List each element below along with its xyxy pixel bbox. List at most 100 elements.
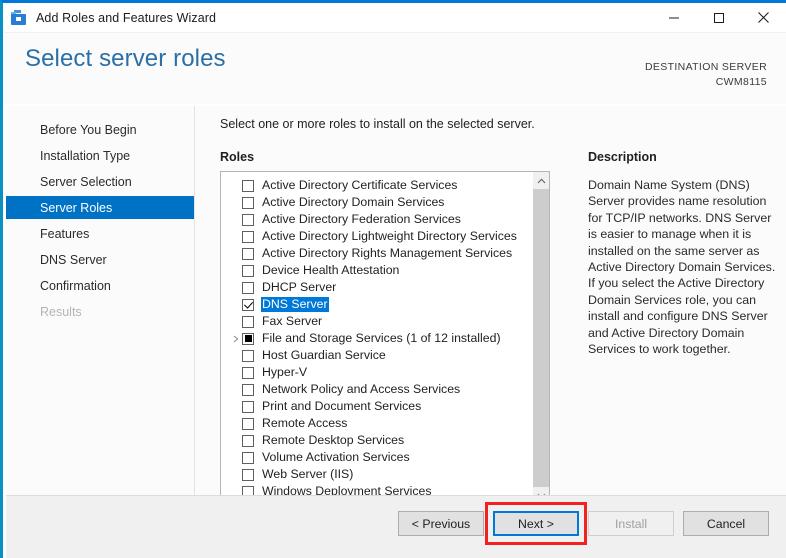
role-checkbox[interactable] bbox=[242, 434, 254, 447]
sidebar-item-server-selection[interactable]: Server Selection bbox=[6, 170, 194, 193]
role-row[interactable]: Active Directory Certificate Services bbox=[221, 177, 532, 194]
sidebar-item-before-you-begin[interactable]: Before You Begin bbox=[6, 118, 194, 141]
role-checkbox[interactable] bbox=[242, 315, 254, 328]
role-checkbox[interactable] bbox=[242, 213, 254, 226]
maximize-icon[interactable] bbox=[696, 3, 741, 32]
window-controls bbox=[651, 3, 786, 32]
role-row[interactable]: Fax Server bbox=[221, 313, 532, 330]
role-checkbox[interactable] bbox=[242, 298, 254, 311]
sidebar-item-dns-server[interactable]: DNS Server bbox=[6, 248, 194, 271]
footer-button-row: < Previous Next > Install Cancel bbox=[398, 502, 769, 545]
description-label: Description bbox=[588, 150, 657, 164]
sidebar-item-label: Server Selection bbox=[40, 174, 132, 189]
role-label: Print and Document Services bbox=[262, 399, 422, 413]
role-checkbox[interactable] bbox=[242, 179, 254, 192]
instruction-text: Select one or more roles to install on t… bbox=[220, 117, 535, 131]
role-row[interactable]: Host Guardian Service bbox=[221, 347, 532, 364]
role-label: Remote Desktop Services bbox=[262, 433, 405, 447]
role-row[interactable]: DNS Server bbox=[221, 296, 532, 313]
role-label: Active Directory Lightweight Directory S… bbox=[262, 229, 517, 243]
previous-button[interactable]: < Previous bbox=[398, 511, 484, 536]
role-label: Active Directory Rights Management Servi… bbox=[262, 246, 513, 260]
role-row[interactable]: DHCP Server bbox=[221, 279, 532, 296]
page-header: Select server roles DESTINATION SERVER C… bbox=[3, 33, 786, 104]
scrollbar-thumb[interactable] bbox=[533, 189, 549, 487]
role-row[interactable]: Active Directory Federation Services bbox=[221, 211, 532, 228]
role-checkbox[interactable] bbox=[242, 196, 254, 209]
roles-label: Roles bbox=[220, 150, 255, 164]
cancel-button[interactable]: Cancel bbox=[683, 511, 769, 536]
role-label: Active Directory Certificate Services bbox=[262, 178, 458, 192]
page-title: Select server roles bbox=[25, 45, 226, 72]
destination-server-label: DESTINATION SERVER bbox=[644, 61, 767, 73]
description-column: Description Domain Name System (DNS) Ser… bbox=[550, 150, 786, 505]
wizard-footer: < Previous Next > Install Cancel bbox=[6, 495, 786, 558]
role-checkbox[interactable] bbox=[242, 417, 254, 430]
role-row[interactable]: Hyper-V bbox=[221, 364, 532, 381]
role-checkbox[interactable] bbox=[242, 247, 254, 260]
wizard-content: Select one or more roles to install on t… bbox=[195, 106, 786, 505]
role-checkbox[interactable] bbox=[242, 400, 254, 413]
role-row[interactable]: Remote Desktop Services bbox=[221, 432, 532, 449]
destination-server: DESTINATION SERVER CWM8115 bbox=[645, 60, 767, 90]
title-bar: Add Roles and Features Wizard bbox=[3, 3, 786, 33]
role-label: Device Health Attestation bbox=[262, 263, 400, 277]
role-label: DNS Server bbox=[261, 297, 329, 312]
sidebar-item-label: Before You Begin bbox=[40, 122, 137, 137]
sidebar-item-label: Results bbox=[40, 304, 82, 319]
role-checkbox[interactable] bbox=[242, 349, 254, 362]
sidebar-item-label: Installation Type bbox=[40, 148, 131, 163]
role-checkbox[interactable] bbox=[242, 332, 254, 345]
role-checkbox[interactable] bbox=[242, 451, 254, 464]
minimize-icon[interactable] bbox=[651, 3, 696, 32]
role-row[interactable]: Print and Document Services bbox=[221, 398, 532, 415]
sidebar-item-results: Results bbox=[6, 300, 194, 323]
sidebar-item-installation-type[interactable]: Installation Type bbox=[6, 144, 194, 167]
description-text: Domain Name System (DNS) Server provides… bbox=[588, 178, 776, 357]
role-label: Volume Activation Services bbox=[262, 450, 410, 464]
role-row[interactable]: Web Server (IIS) bbox=[221, 466, 532, 483]
role-label: Fax Server bbox=[262, 314, 323, 328]
role-row[interactable]: Network Policy and Access Services bbox=[221, 381, 532, 398]
sidebar-item-label: Confirmation bbox=[40, 278, 111, 293]
role-checkbox[interactable] bbox=[242, 366, 254, 379]
role-checkbox[interactable] bbox=[242, 230, 254, 243]
add-roles-wizard-window: Add Roles and Features Wizard Select ser… bbox=[0, 0, 786, 558]
role-row[interactable]: Active Directory Lightweight Directory S… bbox=[221, 228, 532, 245]
role-row[interactable]: Device Health Attestation bbox=[221, 262, 532, 279]
sidebar-item-confirmation[interactable]: Confirmation bbox=[6, 274, 194, 297]
role-row[interactable]: Active Directory Domain Services bbox=[221, 194, 532, 211]
role-checkbox[interactable] bbox=[242, 281, 254, 294]
role-row[interactable]: File and Storage Services (1 of 12 insta… bbox=[221, 330, 532, 347]
role-label: Host Guardian Service bbox=[262, 348, 386, 362]
role-row[interactable]: Volume Activation Services bbox=[221, 449, 532, 466]
scrollbar-track[interactable] bbox=[533, 189, 549, 487]
sidebar-item-features[interactable]: Features bbox=[6, 222, 194, 245]
roles-list[interactable]: Active Directory Certificate Services Act… bbox=[221, 172, 532, 504]
server-manager-toolbox-icon bbox=[11, 9, 27, 26]
sidebar-item-label: Features bbox=[40, 226, 90, 241]
role-checkbox[interactable] bbox=[242, 468, 254, 481]
window-title: Add Roles and Features Wizard bbox=[36, 10, 217, 25]
role-label: Network Policy and Access Services bbox=[262, 382, 461, 396]
destination-server-name: CWM8115 bbox=[715, 76, 767, 88]
role-row[interactable]: Remote Access bbox=[221, 415, 532, 432]
install-button: Install bbox=[588, 511, 674, 536]
expand-triangle-icon[interactable] bbox=[229, 335, 242, 343]
role-checkbox[interactable] bbox=[242, 264, 254, 277]
role-label: DHCP Server bbox=[262, 280, 337, 294]
role-label: File and Storage Services (1 of 12 insta… bbox=[262, 331, 501, 345]
sidebar-item-server-roles[interactable]: Server Roles bbox=[6, 196, 194, 219]
role-row[interactable]: Active Directory Rights Management Servi… bbox=[221, 245, 532, 262]
role-checkbox[interactable] bbox=[242, 383, 254, 396]
scroll-up-icon[interactable] bbox=[533, 172, 549, 189]
next-button[interactable]: Next > bbox=[493, 511, 579, 536]
roles-column: Roles Active Directory Certificate Servi… bbox=[220, 150, 550, 505]
role-label: Hyper-V bbox=[262, 365, 308, 379]
role-label: Active Directory Domain Services bbox=[262, 195, 445, 209]
close-icon[interactable] bbox=[741, 3, 786, 32]
wizard-navigation: Before You Begin Installation Type Server … bbox=[6, 106, 195, 496]
sidebar-item-label: DNS Server bbox=[40, 252, 107, 267]
roles-scrollbar[interactable] bbox=[532, 172, 549, 504]
roles-list-box[interactable]: Active Directory Certificate Services Act… bbox=[220, 171, 550, 505]
